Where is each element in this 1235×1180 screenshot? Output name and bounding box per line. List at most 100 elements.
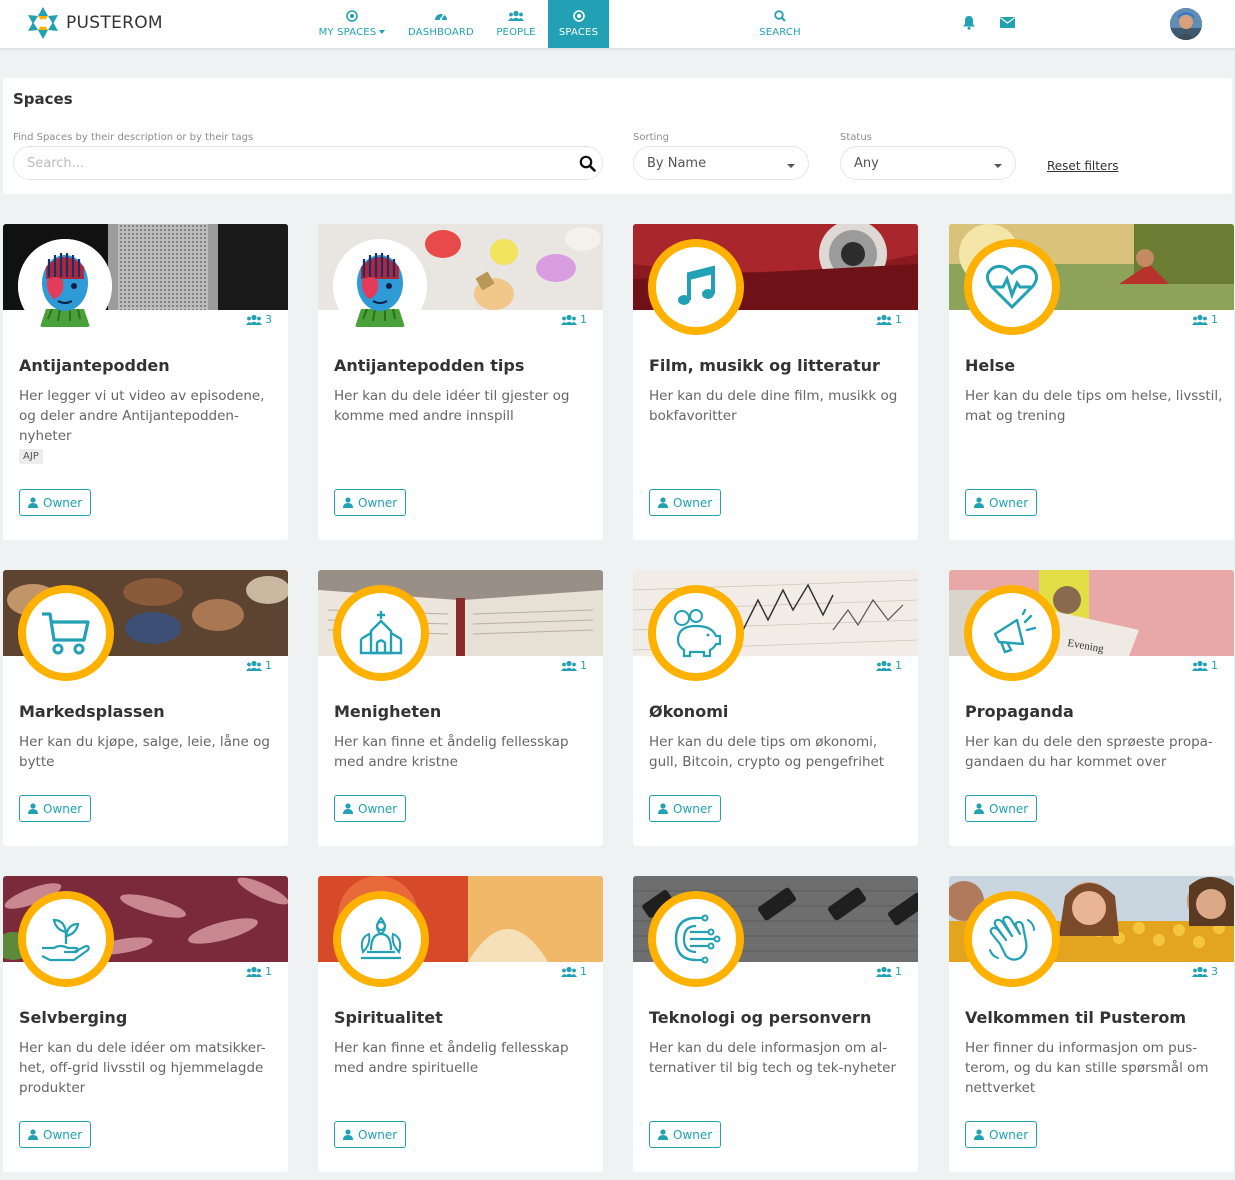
member-count[interactable]: 1: [1192, 313, 1218, 326]
space-tag[interactable]: AJP: [19, 449, 43, 464]
people-icon: [508, 10, 524, 21]
owner-button[interactable]: Owner: [649, 489, 722, 516]
member-count[interactable]: 1: [561, 659, 587, 672]
status-value: Any: [854, 156, 879, 171]
space-card[interactable]: 1 Antijantepodden tips Her kan du dele i…: [318, 224, 603, 540]
page-title: Spaces: [13, 90, 73, 108]
waving-hand-icon: [964, 891, 1060, 987]
member-count[interactable]: 3: [246, 313, 272, 326]
owner-button[interactable]: Owner: [334, 489, 407, 516]
owner-button[interactable]: Owner: [334, 795, 407, 822]
member-count-value: 1: [580, 313, 587, 326]
user-icon: [343, 1129, 353, 1140]
megaphone-icon: [964, 585, 1060, 681]
envelope-icon[interactable]: [1000, 17, 1015, 28]
nav-search[interactable]: SEARCH: [752, 0, 808, 48]
space-card[interactable]: 3 Antijantepodden Her legger vi ut video…: [3, 224, 288, 540]
space-title[interactable]: Økonomi: [649, 702, 728, 721]
nav-dashboard[interactable]: DASHBOARD: [404, 0, 478, 48]
owner-button[interactable]: Owner: [649, 795, 722, 822]
space-description: Her finner du informasjon om pus-terom, …: [965, 1040, 1209, 1096]
owner-button[interactable]: Owner: [649, 1121, 722, 1148]
avatar[interactable]: [1170, 8, 1202, 40]
bell-icon[interactable]: [962, 15, 976, 30]
search-field[interactable]: [13, 146, 603, 180]
member-count[interactable]: 1: [876, 659, 902, 672]
target-icon: [346, 10, 358, 22]
member-count[interactable]: 3: [1192, 965, 1218, 978]
search-input[interactable]: [27, 147, 567, 179]
member-count[interactable]: 1: [876, 313, 902, 326]
space-card[interactable]: 3 Velkommen til Pusterom Her finner du i…: [949, 876, 1234, 1172]
nav-people-label: PEOPLE: [496, 27, 536, 38]
space-title[interactable]: Teknologi og personvern: [649, 1008, 871, 1027]
member-count[interactable]: 1: [246, 659, 272, 672]
owner-button[interactable]: Owner: [965, 1121, 1038, 1148]
owner-button[interactable]: Owner: [965, 795, 1038, 822]
owner-button[interactable]: Owner: [19, 795, 92, 822]
sorting-select[interactable]: By Name: [633, 146, 809, 180]
member-count[interactable]: 1: [246, 965, 272, 978]
user-icon: [658, 803, 668, 814]
space-title[interactable]: Selvberging: [19, 1008, 127, 1027]
status-select[interactable]: Any: [840, 146, 1016, 180]
space-card[interactable]: 1 Markedsplassen Her kan du kjøpe, salge…: [3, 570, 288, 846]
space-title[interactable]: Markedsplassen: [19, 702, 165, 721]
space-title[interactable]: Antijantepodden: [19, 356, 170, 375]
owner-label: Owner: [989, 801, 1029, 816]
filter-panel: Spaces Find Spaces by their description …: [3, 78, 1232, 194]
member-count[interactable]: 1: [876, 965, 902, 978]
top-navigation-bar: PUSTEROM MY SPACES DASHBOARD PEOPLE SPAC…: [0, 0, 1235, 48]
space-card[interactable]: 1 Teknologi og personvern Her kan du del…: [633, 876, 918, 1172]
space-card[interactable]: 1 Menigheten Her kan finne et åndelig fe…: [318, 570, 603, 846]
nav-my-spaces[interactable]: MY SPACES: [314, 0, 390, 48]
space-card[interactable]: 1 Helse Her kan du dele tips om helse, l…: [949, 224, 1234, 540]
owner-label: Owner: [43, 801, 83, 816]
owner-button[interactable]: Owner: [965, 489, 1038, 516]
people-icon: [1192, 966, 1208, 977]
nav-people[interactable]: PEOPLE: [490, 0, 542, 48]
logo-icon: [28, 7, 58, 39]
logo[interactable]: PUSTEROM: [26, 6, 163, 40]
member-count[interactable]: 1: [1192, 659, 1218, 672]
meditation-icon: [333, 891, 429, 987]
owner-button[interactable]: Owner: [19, 489, 92, 516]
member-count-value: 1: [1211, 313, 1218, 326]
space-card[interactable]: 1 Film, musikk og litteratur Her kan du …: [633, 224, 918, 540]
user-icon: [28, 803, 38, 814]
search-icon[interactable]: [579, 155, 596, 172]
space-card[interactable]: 1 Spiritualitet Her kan finne et åndelig…: [318, 876, 603, 1172]
owner-button[interactable]: Owner: [334, 1121, 407, 1148]
owner-label: Owner: [358, 495, 398, 510]
reset-filters-link[interactable]: Reset filters: [1047, 159, 1119, 173]
brand-name: PUSTEROM: [66, 13, 163, 33]
nav-search-label: SEARCH: [759, 27, 801, 38]
owner-label: Owner: [358, 1127, 398, 1142]
space-title[interactable]: Spiritualitet: [334, 1008, 443, 1027]
space-description: Her legger vi ut video av episodene, og …: [19, 388, 265, 444]
people-icon: [561, 660, 577, 671]
owner-label: Owner: [358, 801, 398, 816]
space-title[interactable]: Helse: [965, 356, 1015, 375]
member-count[interactable]: 1: [561, 313, 587, 326]
nav-spaces[interactable]: SPACES: [548, 0, 609, 48]
chevron-down-icon: [994, 164, 1002, 168]
space-title[interactable]: Menigheten: [334, 702, 441, 721]
user-icon: [658, 1129, 668, 1140]
space-card[interactable]: 1 Økonomi Her kan du dele tips om økonom…: [633, 570, 918, 846]
member-count[interactable]: 1: [561, 965, 587, 978]
space-title[interactable]: Film, musikk og litteratur: [649, 356, 880, 375]
owner-button[interactable]: Owner: [19, 1121, 92, 1148]
space-title[interactable]: Velkommen til Pusterom: [965, 1008, 1186, 1027]
member-count-value: 1: [265, 659, 272, 672]
owner-label: Owner: [989, 495, 1029, 510]
space-card[interactable]: Evening 1 Propaganda Her kan du dele den…: [949, 570, 1234, 846]
people-icon: [876, 966, 892, 977]
space-title[interactable]: Propaganda: [965, 702, 1074, 721]
space-description: Her kan du dele idéer til gjester og kom…: [334, 388, 570, 424]
space-title[interactable]: Antijantepodden tips: [334, 356, 524, 375]
space-card[interactable]: 1 Selvberging Her kan du dele idéer om m…: [3, 876, 288, 1172]
space-logo-icon: [18, 239, 112, 333]
member-count-value: 1: [265, 965, 272, 978]
owner-label: Owner: [673, 495, 713, 510]
